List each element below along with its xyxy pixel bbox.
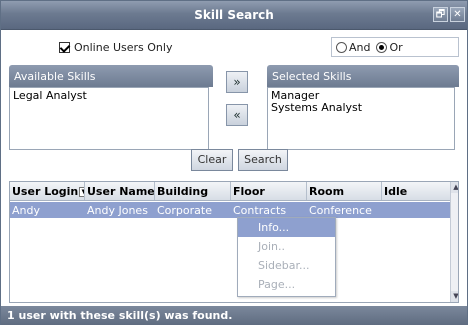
available-skills-list[interactable]: Legal Analyst	[9, 87, 209, 150]
scroll-up-icon[interactable]: ▲	[451, 182, 458, 193]
or-radio[interactable]	[376, 41, 388, 53]
context-menu: Info... Join.. Sidebar... Page...	[237, 217, 336, 297]
results-header: User Login▼ User Name Building Floor Roo…	[10, 182, 450, 201]
selected-skills-header: Selected Skills	[267, 65, 459, 87]
cell-login: Andy	[12, 204, 40, 217]
results-grid[interactable]: User Login▼ User Name Building Floor Roo…	[9, 181, 459, 303]
cell-idle	[382, 202, 450, 218]
column-user-name[interactable]: User Name	[85, 182, 155, 200]
status-bar: 1 user with these skill(s) was found.	[1, 306, 467, 325]
results-scrollbar[interactable]: ▲ ▼	[450, 182, 458, 302]
and-label: And	[349, 40, 371, 54]
menu-item-page[interactable]: Page...	[238, 275, 335, 294]
and-radio[interactable]	[336, 41, 347, 53]
online-users-label: Online Users Only	[74, 41, 173, 54]
close-icon[interactable]: ✕	[450, 7, 465, 22]
menu-item-sidebar[interactable]: Sidebar...	[238, 256, 335, 275]
cell-name: Andy Jones	[87, 204, 148, 217]
online-users-only-option[interactable]: Online Users Only	[59, 41, 172, 54]
search-button[interactable]: Search	[238, 149, 288, 171]
cell-room: Conference	[309, 204, 372, 217]
cell-building: Corporate	[157, 204, 212, 217]
column-floor[interactable]: Floor	[231, 182, 307, 200]
logic-radio-group: And Or	[331, 37, 459, 57]
and-option[interactable]: And	[336, 41, 370, 54]
add-skill-button[interactable]: »	[226, 71, 248, 93]
selected-skill-item[interactable]: Systems Analyst	[271, 102, 451, 114]
window-title: Skill Search	[194, 8, 274, 22]
menu-item-info[interactable]: Info...	[238, 218, 335, 237]
column-room[interactable]: Room	[307, 182, 382, 200]
title-bar[interactable]: Skill Search 🗗 ✕	[1, 1, 467, 30]
column-building[interactable]: Building	[155, 182, 231, 200]
menu-item-join[interactable]: Join..	[238, 237, 335, 256]
clear-button[interactable]: Clear	[191, 149, 233, 171]
cell-floor: Contracts	[233, 204, 287, 217]
column-user-login[interactable]: User Login▼	[10, 182, 85, 200]
selected-skills-list[interactable]: Manager Systems Analyst	[267, 87, 455, 150]
or-option[interactable]: Or	[376, 40, 403, 54]
or-label: Or	[389, 40, 403, 54]
table-row[interactable]: Andy Andy Jones Corporate Contracts Conf…	[10, 202, 450, 218]
scroll-down-icon[interactable]: ▼	[451, 291, 458, 302]
online-users-checkbox[interactable]	[59, 42, 70, 53]
skill-search-window: Skill Search 🗗 ✕ Online Users Only And O…	[0, 0, 468, 325]
available-skills-header: Available Skills	[9, 65, 213, 87]
remove-skill-button[interactable]: «	[226, 104, 248, 126]
available-skill-item[interactable]: Legal Analyst	[13, 90, 205, 102]
column-idle[interactable]: Idle	[382, 182, 450, 200]
restore-icon[interactable]: 🗗	[433, 7, 448, 22]
